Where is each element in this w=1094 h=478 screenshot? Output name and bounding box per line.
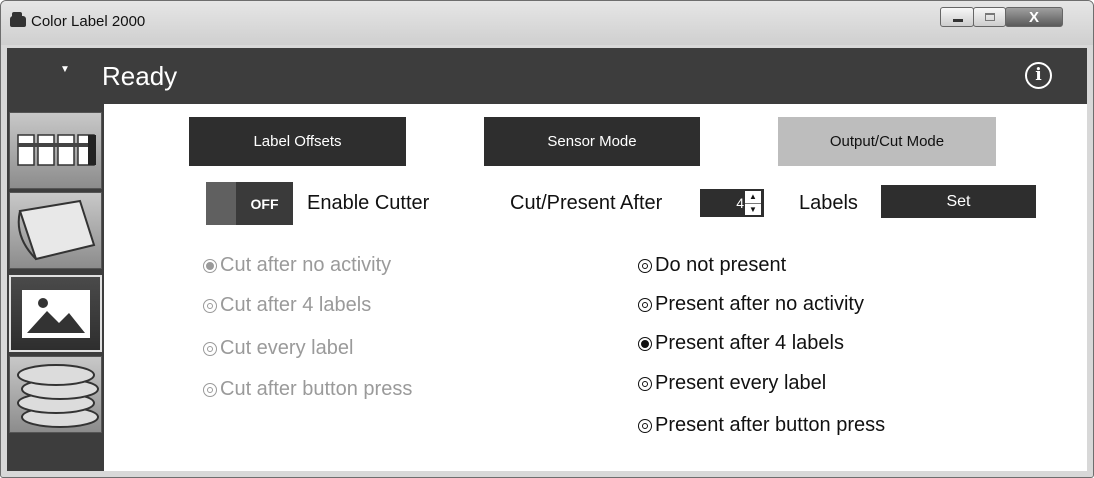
tab-output-cut-mode[interactable]: Output/Cut Mode	[778, 117, 996, 166]
radio-cut-after-button-press[interactable]: Cut after button press	[203, 378, 412, 401]
close-icon: X	[1028, 9, 1039, 26]
radio-present-after-4-labels[interactable]: Present after 4 labels	[638, 332, 844, 355]
radio-present-every-label[interactable]: Present every label	[638, 372, 826, 395]
printer-app-icon	[10, 12, 26, 27]
sidebar-tab-cartridges[interactable]	[9, 112, 102, 189]
status-bar: ▼ Ready i	[7, 48, 1087, 104]
stepper-arrows: ▲ ▼	[745, 191, 761, 215]
status-text: Ready	[102, 61, 178, 91]
radio-cut-after-no-activity[interactable]: Cut after no activity	[203, 254, 391, 277]
enable-cutter-toggle[interactable]: OFF	[206, 182, 293, 225]
stepper-down-icon[interactable]: ▼	[745, 203, 761, 215]
radio-present-after-button-press[interactable]: Present after button press	[638, 414, 885, 437]
radio-label: Cut after button press	[220, 378, 413, 400]
radio-unselected-icon	[203, 341, 217, 356]
maximize-icon	[985, 13, 995, 21]
stepper-up-icon[interactable]: ▲	[745, 191, 761, 203]
minimize-button[interactable]	[940, 7, 974, 27]
radio-unselected-icon	[203, 298, 217, 313]
image-icon	[22, 290, 90, 338]
radio-unselected-icon	[638, 418, 652, 433]
radio-label: Present after button press	[655, 414, 886, 436]
radio-unselected-icon	[638, 297, 652, 312]
labels-count-value: 4	[736, 195, 744, 211]
window-title: Color Label 2000	[31, 13, 146, 30]
tab-sensor-mode[interactable]: Sensor Mode	[484, 117, 700, 166]
labels-unit-label: Labels	[799, 192, 858, 214]
radio-label: Present after no activity	[655, 293, 864, 315]
sidebar-tab-coins[interactable]	[9, 356, 102, 433]
roll-media-icon	[17, 199, 96, 261]
radio-cut-every-label[interactable]: Cut every label	[203, 337, 353, 360]
set-button[interactable]: Set	[881, 185, 1036, 218]
cut-present-after-label: Cut/Present After	[510, 192, 663, 214]
radio-label: Cut after 4 labels	[220, 294, 372, 316]
radio-do-not-present[interactable]: Do not present	[638, 254, 786, 277]
close-button[interactable]: X	[1005, 7, 1063, 27]
radio-label: Present every label	[655, 372, 827, 394]
radio-label: Cut after no activity	[220, 254, 392, 276]
expand-arrow-icon[interactable]: ▼	[60, 64, 70, 75]
radio-selected-icon	[638, 336, 652, 351]
toggle-state: OFF	[236, 182, 293, 225]
title-bar[interactable]: Color Label 2000 X	[1, 1, 1093, 45]
radio-unselected-icon	[203, 382, 217, 397]
labels-count-stepper[interactable]: 4 ▲ ▼	[700, 189, 764, 217]
radio-unselected-icon	[638, 258, 652, 273]
enable-cutter-label: Enable Cutter	[307, 192, 430, 214]
app-window: Color Label 2000 X ▼ Ready i Label Offse…	[0, 0, 1094, 478]
radio-label: Present after 4 labels	[655, 332, 844, 354]
toggle-knob	[206, 182, 236, 225]
info-icon[interactable]: i	[1025, 62, 1052, 89]
printer-cartridge-icon	[17, 134, 96, 166]
radio-present-after-no-activity[interactable]: Present after no activity	[638, 293, 864, 316]
radio-label: Do not present	[655, 254, 787, 276]
radio-selected-icon	[203, 258, 217, 273]
main-panel: Label Offsets Sensor Mode Output/Cut Mod…	[104, 104, 1087, 471]
tab-label-offsets[interactable]: Label Offsets	[189, 117, 406, 166]
minimize-icon	[953, 19, 963, 22]
maximize-button[interactable]	[973, 7, 1006, 27]
radio-cut-after-4-labels[interactable]: Cut after 4 labels	[203, 294, 371, 317]
radio-unselected-icon	[638, 376, 652, 391]
sidebar-tab-image[interactable]	[9, 275, 102, 352]
sidebar	[7, 104, 104, 471]
radio-label: Cut every label	[220, 337, 354, 359]
coins-icon	[17, 364, 99, 428]
sidebar-tab-media[interactable]	[9, 192, 102, 269]
